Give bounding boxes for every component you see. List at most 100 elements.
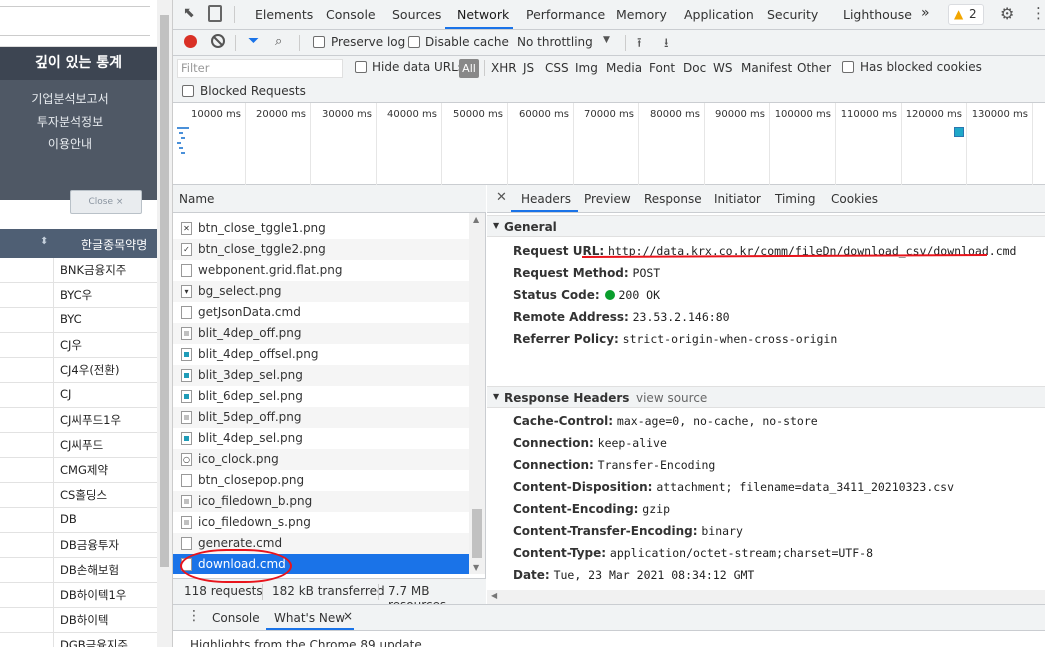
- request-list-scrollbar-thumb[interactable]: [472, 509, 482, 558]
- drawer-tab-console[interactable]: Console: [212, 611, 260, 625]
- tab-initiator[interactable]: Initiator: [714, 192, 761, 206]
- tab-preview[interactable]: Preview: [584, 192, 631, 206]
- table-row[interactable]: CJ: [0, 383, 157, 408]
- request-row[interactable]: ○ ico_clock.png: [173, 449, 469, 470]
- filter-doc[interactable]: Doc: [683, 61, 706, 75]
- request-row[interactable]: ✕ btn_close_tggle1.png: [173, 218, 469, 239]
- filter-input[interactable]: Filter: [177, 59, 343, 78]
- drawer-menu-icon[interactable]: ⋮: [187, 608, 201, 624]
- tab-response[interactable]: Response: [644, 192, 702, 206]
- request-row[interactable]: blit_6dep_sel.png: [173, 386, 469, 407]
- tab-timing[interactable]: Timing: [775, 192, 816, 206]
- scroll-up-icon[interactable]: ▲: [473, 215, 479, 224]
- request-row[interactable]: blit_4dep_off.png: [173, 323, 469, 344]
- general-section-header[interactable]: ▼ General: [487, 215, 1045, 237]
- throttling-select[interactable]: No throttling: [517, 35, 593, 49]
- view-source-link[interactable]: view source: [636, 391, 707, 405]
- nav-item-company-report[interactable]: 기업분석보고서: [0, 90, 140, 107]
- sort-arrows-icon[interactable]: ⬍: [40, 236, 48, 247]
- network-overview-timeline[interactable]: 10000 ms 20000 ms 30000 ms 40000 ms 50000 ms…: [173, 103, 1045, 185]
- filter-xhr[interactable]: XHR: [491, 61, 517, 75]
- table-row[interactable]: CJ씨푸드: [0, 433, 157, 458]
- tab-network[interactable]: Network: [457, 7, 509, 22]
- filter-media[interactable]: Media: [606, 61, 642, 75]
- export-har-icon[interactable]: ⭳: [664, 34, 669, 56]
- request-row[interactable]: blit_4dep_sel.png: [173, 428, 469, 449]
- request-row[interactable]: blit_4dep_offsel.png: [173, 344, 469, 365]
- filter-all-button[interactable]: All: [459, 59, 479, 78]
- clear-icon[interactable]: [211, 34, 225, 48]
- table-row[interactable]: BYC우: [0, 283, 157, 308]
- page-scrollbar-thumb[interactable]: [160, 15, 169, 567]
- device-toolbar-icon[interactable]: [208, 5, 222, 22]
- preserve-log-checkbox[interactable]: [313, 36, 325, 48]
- drawer-tab-whats-new[interactable]: What's New: [274, 611, 345, 625]
- table-row[interactable]: BYC: [0, 308, 157, 333]
- table-row[interactable]: DB: [0, 508, 157, 533]
- scroll-left-icon[interactable]: ◀: [491, 591, 497, 600]
- request-row[interactable]: ico_filedown_b.png: [173, 491, 469, 512]
- column-header-stock-name[interactable]: 한글종목약명: [81, 236, 147, 253]
- table-row[interactable]: BNK금융지주: [0, 258, 157, 283]
- close-detail-icon[interactable]: ✕: [496, 190, 507, 205]
- table-row[interactable]: CMG제약: [0, 458, 157, 483]
- table-row[interactable]: DGB금융지주: [0, 633, 157, 647]
- settings-gear-icon[interactable]: ⚙: [1000, 4, 1014, 23]
- table-row[interactable]: DB금융투자: [0, 533, 157, 558]
- table-row[interactable]: CJ씨푸드1우: [0, 408, 157, 433]
- detail-horizontal-scrollbar[interactable]: ◀: [487, 590, 1045, 604]
- search-icon[interactable]: ⌕: [275, 34, 282, 49]
- table-row[interactable]: DB하이텍1우: [0, 583, 157, 608]
- blocked-cookies-checkbox[interactable]: [842, 61, 854, 73]
- request-row[interactable]: ✓ btn_close_tggle2.png: [173, 239, 469, 260]
- request-row[interactable]: ▾ bg_select.png: [173, 281, 469, 302]
- table-row[interactable]: CS홀딩스: [0, 483, 157, 508]
- request-list-scrollbar[interactable]: ▲ ▼: [469, 213, 485, 574]
- nav-item-guide[interactable]: 이용안내: [0, 135, 140, 152]
- response-headers-section-header[interactable]: ▼ Response Headers view source: [487, 386, 1045, 408]
- filter-font[interactable]: Font: [649, 61, 675, 75]
- tab-console[interactable]: Console: [326, 7, 376, 22]
- inspect-element-icon[interactable]: ⬉: [183, 5, 195, 21]
- chevron-down-icon[interactable]: ▼: [603, 35, 610, 45]
- filter-img[interactable]: Img: [575, 61, 598, 75]
- more-tabs-icon[interactable]: »: [921, 5, 930, 21]
- import-har-icon[interactable]: ⭱: [637, 34, 642, 56]
- filter-css[interactable]: CSS: [545, 61, 569, 75]
- hide-data-urls-checkbox[interactable]: [355, 61, 367, 73]
- tab-performance[interactable]: Performance: [526, 7, 605, 22]
- disable-cache-checkbox[interactable]: [408, 36, 420, 48]
- tab-sources[interactable]: Sources: [392, 7, 441, 22]
- name-column-header[interactable]: Name: [173, 185, 486, 213]
- close-button[interactable]: Close ×: [70, 190, 142, 214]
- filter-ws[interactable]: WS: [713, 61, 732, 75]
- tab-memory[interactable]: Memory: [616, 7, 667, 22]
- tab-cookies[interactable]: Cookies: [831, 192, 878, 206]
- request-row[interactable]: webponent.grid.flat.png: [173, 260, 469, 281]
- filter-other[interactable]: Other: [797, 61, 831, 75]
- record-icon[interactable]: [184, 35, 197, 48]
- tab-elements[interactable]: Elements: [255, 7, 313, 22]
- nav-item-investment-info[interactable]: 투자분석정보: [0, 113, 140, 130]
- request-row[interactable]: blit_5dep_off.png: [173, 407, 469, 428]
- table-row[interactable]: DB하이텍: [0, 608, 157, 633]
- request-row[interactable]: blit_3dep_sel.png: [173, 365, 469, 386]
- warnings-badge[interactable]: ▲ 2: [948, 4, 984, 25]
- scroll-down-icon[interactable]: ▼: [473, 563, 479, 572]
- filter-manifest[interactable]: Manifest: [741, 61, 792, 75]
- request-row[interactable]: ico_filedown_s.png: [173, 512, 469, 533]
- request-row[interactable]: btn_closepop.png: [173, 470, 469, 491]
- page-scrollbar[interactable]: [157, 0, 172, 647]
- tab-application[interactable]: Application: [684, 7, 754, 22]
- table-row[interactable]: CJ4우(전환): [0, 358, 157, 383]
- table-row[interactable]: DB손해보험: [0, 558, 157, 583]
- blocked-requests-checkbox[interactable]: [182, 85, 194, 97]
- filter-js[interactable]: JS: [523, 61, 534, 75]
- table-row[interactable]: CJ우: [0, 333, 157, 358]
- filter-icon[interactable]: ⏷: [248, 33, 259, 49]
- request-row[interactable]: getJsonData.cmd: [173, 302, 469, 323]
- tab-lighthouse[interactable]: Lighthouse: [843, 7, 912, 22]
- close-drawer-tab-icon[interactable]: ×: [343, 609, 353, 623]
- tab-security[interactable]: Security: [767, 7, 818, 22]
- tab-headers[interactable]: Headers: [521, 192, 571, 206]
